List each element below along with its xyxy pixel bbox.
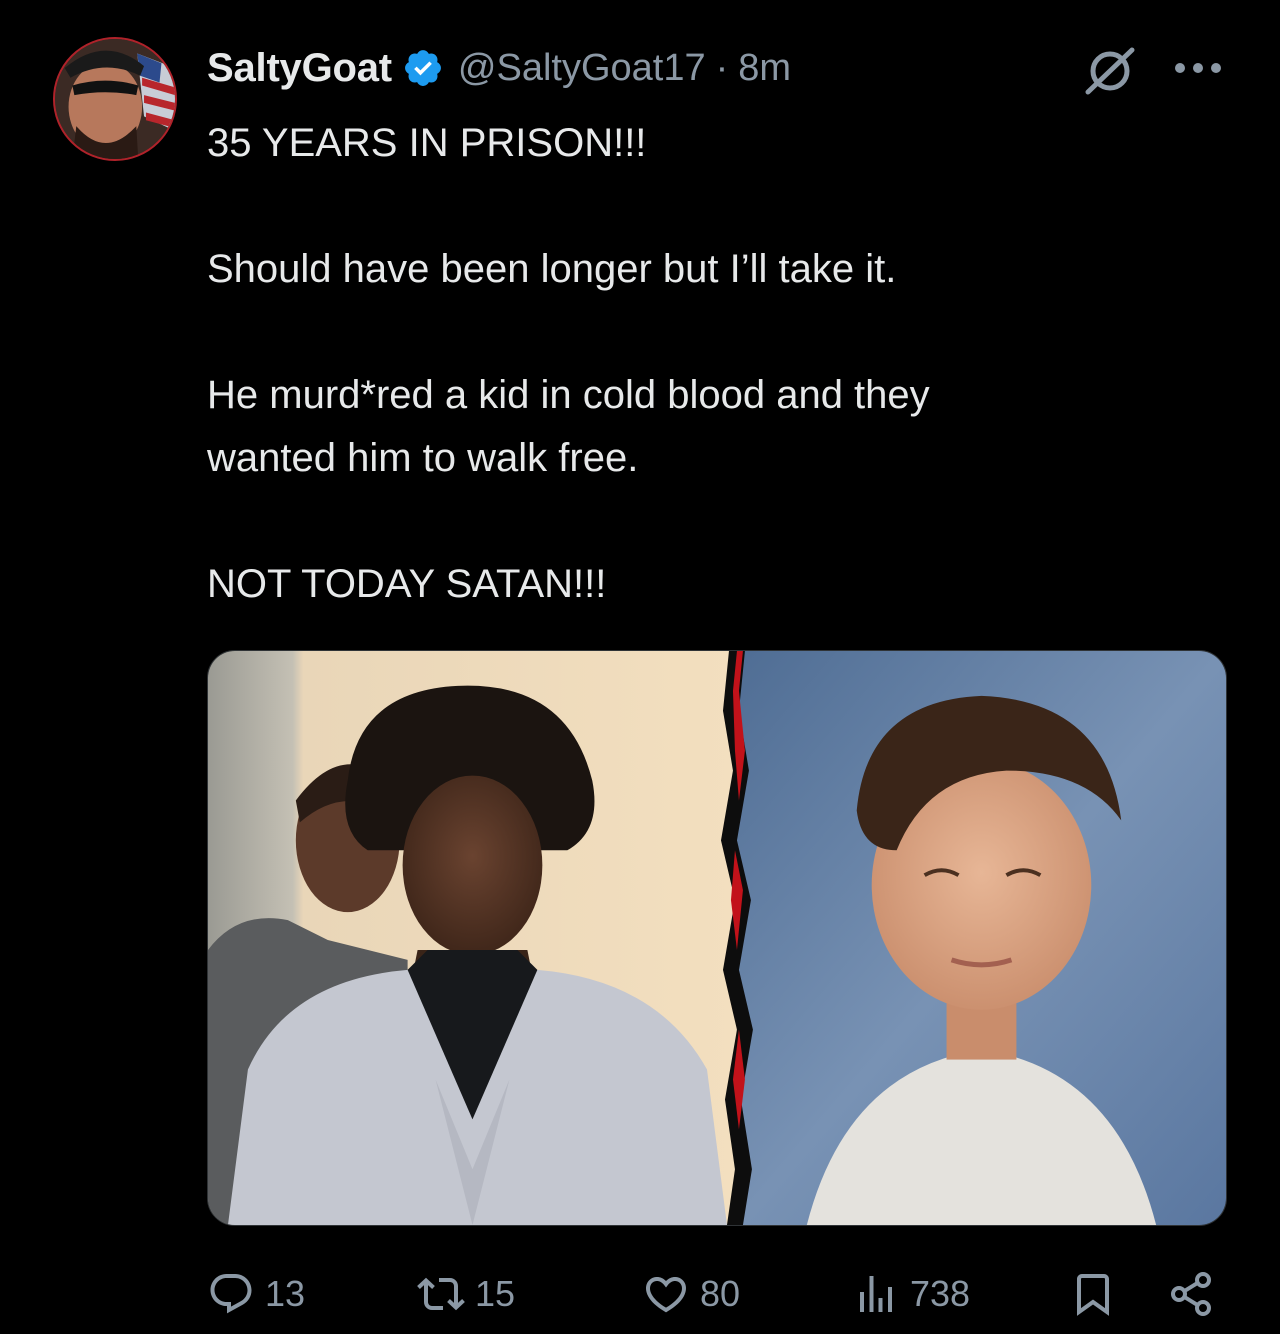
more-options-icon[interactable] — [1170, 50, 1226, 86]
tweet-line: wanted him to walk free. — [207, 436, 639, 480]
bookmark-icon — [1077, 1274, 1109, 1316]
tweet-media-image[interactable] — [207, 650, 1227, 1226]
tweet-line: Should have been longer but I’ll take it… — [207, 247, 897, 291]
reply-button[interactable]: 13 — [207, 1266, 305, 1322]
tweet-timestamp[interactable]: 8m — [738, 47, 791, 90]
retweet-icon — [417, 1277, 465, 1311]
tweet-line: He murd*red a kid in cold blood and they — [207, 373, 930, 417]
views-button[interactable]: 738 — [852, 1266, 970, 1322]
grok-icon[interactable] — [1082, 44, 1140, 96]
tweet-text: 35 YEARS IN PRISON!!! Should have been l… — [207, 112, 1217, 616]
share-button[interactable] — [1167, 1266, 1215, 1322]
media-photo — [208, 651, 1226, 1225]
author-display-name[interactable]: SaltyGoat — [207, 46, 392, 91]
bookmark-button[interactable] — [1069, 1266, 1117, 1322]
views-count: 738 — [910, 1273, 971, 1314]
author-handle[interactable]: @SaltyGoat17 — [458, 47, 706, 90]
retweet-count: 15 — [475, 1273, 516, 1314]
heart-icon — [645, 1277, 687, 1313]
share-icon — [1171, 1272, 1211, 1316]
verified-badge-icon[interactable] — [402, 47, 444, 89]
header-separator: · — [715, 46, 729, 89]
retweet-button[interactable]: 15 — [417, 1266, 515, 1322]
tweet-line: NOT TODAY SATAN!!! — [207, 562, 607, 606]
tweet-line: 35 YEARS IN PRISON!!! — [207, 121, 647, 165]
like-count: 80 — [700, 1273, 741, 1314]
like-button[interactable]: 80 — [642, 1266, 740, 1322]
reply-count: 13 — [265, 1273, 306, 1314]
views-icon — [860, 1276, 892, 1312]
reply-icon — [210, 1274, 252, 1314]
author-avatar[interactable] — [53, 37, 177, 161]
avatar-image — [55, 39, 175, 159]
tweet-header: SaltyGoat @SaltyGoat17 · 8m — [207, 40, 791, 96]
tweet-actions-bar: 13 15 80 738 — [207, 1266, 1227, 1322]
